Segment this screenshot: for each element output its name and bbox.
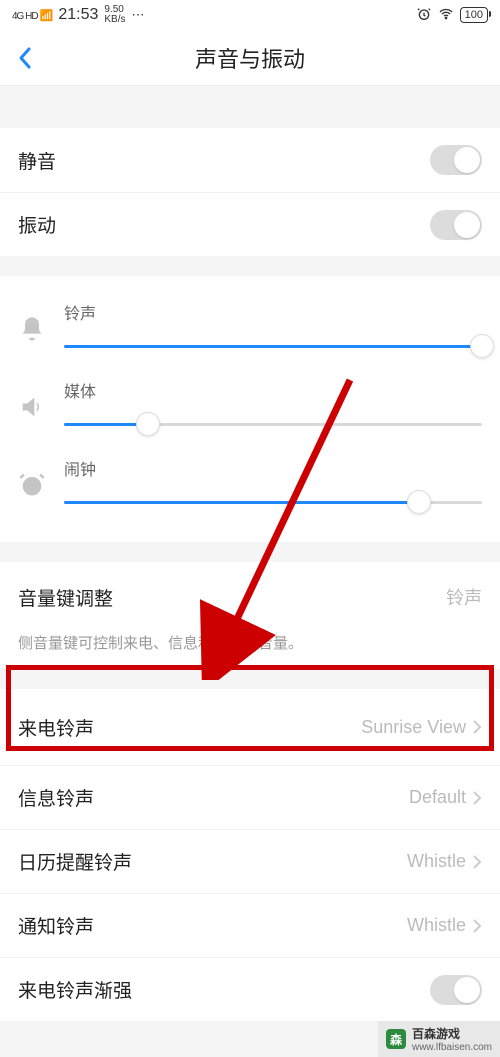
watermark-brand: 百森游戏 (412, 1025, 492, 1042)
row-value: Whistle (407, 851, 482, 872)
volume-sliders: 铃声 媒体 闹钟 (0, 276, 500, 542)
ringtone-slider[interactable] (64, 334, 482, 358)
vibrate-row[interactable]: 振动 (0, 192, 500, 256)
alarm-volume-row: 闹钟 (18, 446, 482, 524)
row-value: Default (409, 787, 482, 808)
chevron-right-icon (472, 719, 482, 735)
media-slider[interactable] (64, 412, 482, 436)
status-time: 21:53 (58, 6, 98, 24)
row-label: 日历提醒铃声 (18, 848, 132, 875)
mute-toggle[interactable] (430, 145, 482, 175)
volume-key-hint: 侧音量键可控制来电、信息和通知的音量。 (0, 632, 500, 669)
row-label: 信息铃声 (18, 784, 94, 811)
header: 声音与振动 (0, 30, 500, 86)
speaker-icon (18, 393, 46, 421)
mute-row[interactable]: 静音 (0, 128, 500, 192)
back-button[interactable] (0, 30, 50, 86)
status-right: 100 (416, 6, 488, 25)
chevron-right-icon (472, 790, 482, 806)
status-left: 4G HD 📶 21:53 9.50 KB/s ⋯ (12, 5, 145, 25)
row-label: 来电铃声渐强 (18, 976, 132, 1003)
alarm-clock-icon (18, 471, 46, 499)
vibrate-toggle[interactable] (430, 210, 482, 240)
watermark-url: www.lfbaisen.com (412, 1042, 492, 1053)
incoming-ringtone-row[interactable]: 来电铃声 Sunrise View (0, 689, 500, 765)
row-label: 振动 (18, 211, 56, 238)
slider-label: 媒体 (64, 378, 482, 402)
network-speed: 9.50 KB/s (104, 5, 125, 25)
watermark: 森 百森游戏 www.lfbaisen.com (378, 1021, 500, 1057)
media-volume-row: 媒体 (18, 368, 482, 446)
alarm-slider[interactable] (64, 490, 482, 514)
section-gap (0, 542, 500, 562)
battery-indicator: 100 (460, 7, 488, 23)
ringtone-volume-row: 铃声 (18, 290, 482, 368)
more-dots-icon: ⋯ (132, 7, 145, 23)
row-value: 铃声 (446, 584, 482, 610)
row-label: 音量键调整 (18, 584, 113, 611)
page-title: 声音与振动 (0, 42, 500, 74)
row-label: 静音 (18, 147, 56, 174)
bell-icon (18, 315, 46, 343)
row-value: Whistle (407, 915, 482, 936)
ascending-ringtone-row[interactable]: 来电铃声渐强 (0, 957, 500, 1021)
section-gap (0, 86, 500, 128)
row-label: 通知铃声 (18, 912, 94, 939)
watermark-logo: 森 (386, 1029, 406, 1049)
row-value: Sunrise View (361, 717, 482, 738)
slider-label: 铃声 (64, 300, 482, 324)
wifi-icon (438, 6, 454, 25)
row-label: 来电铃声 (18, 714, 94, 741)
chevron-right-icon (472, 854, 482, 870)
signal-indicator: 4G HD 📶 (12, 9, 52, 22)
volume-key-adjust-row[interactable]: 音量键调整 铃声 (0, 562, 500, 632)
ascending-toggle[interactable] (430, 975, 482, 1005)
alarm-icon (416, 6, 432, 25)
chevron-right-icon (472, 918, 482, 934)
section-gap (0, 669, 500, 689)
notification-ringtone-row[interactable]: 通知铃声 Whistle (0, 893, 500, 957)
message-ringtone-row[interactable]: 信息铃声 Default (0, 765, 500, 829)
slider-label: 闹钟 (64, 456, 482, 480)
status-bar: 4G HD 📶 21:53 9.50 KB/s ⋯ 100 (0, 0, 500, 30)
calendar-ringtone-row[interactable]: 日历提醒铃声 Whistle (0, 829, 500, 893)
section-gap (0, 256, 500, 276)
